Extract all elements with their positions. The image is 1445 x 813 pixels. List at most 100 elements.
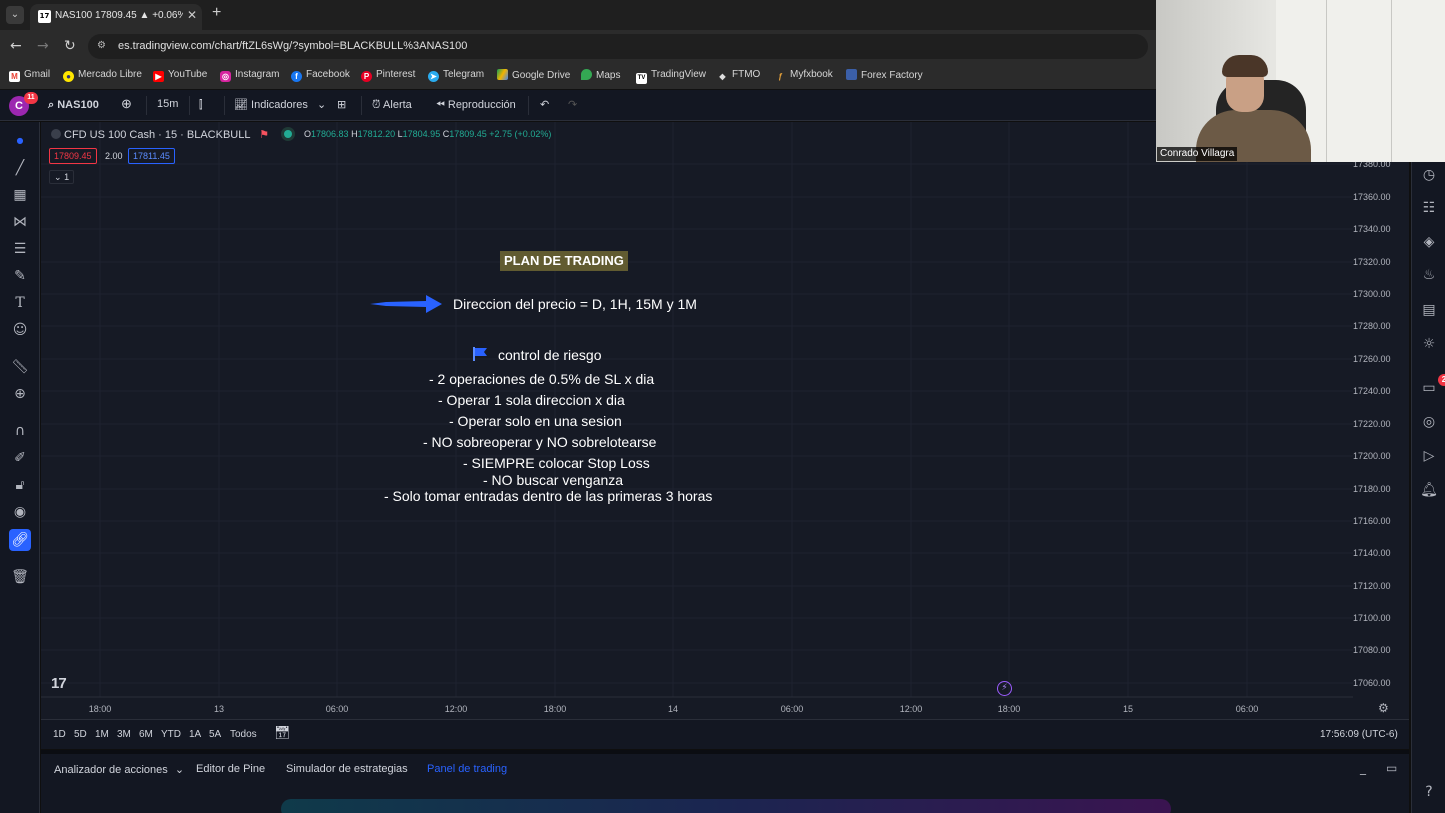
forecast-tools-icon[interactable]: ☰	[9, 238, 31, 260]
go-to-date-calendar-icon[interactable]: 📅︎	[274, 726, 291, 741]
help-question-icon[interactable]: ?	[1419, 782, 1439, 802]
compare-symbol-plus-icon[interactable]: ⊕	[121, 96, 132, 112]
new-tab-plus-icon[interactable]: +	[212, 4, 221, 22]
streams-broadcast-icon[interactable]: ◎	[1419, 412, 1439, 432]
symbol-search-button[interactable]: ⌕ NAS100	[48, 98, 99, 112]
layout-grid-icon[interactable]: ⊞	[337, 98, 346, 111]
symbol-legend[interactable]: CFD US 100 Cash · 15 · BLACKBULL ⚑	[51, 128, 293, 141]
risk-rule[interactable]: - SIEMPRE colocar Stop Loss	[463, 455, 650, 471]
tab-pine-editor[interactable]: Editor de Pine	[196, 763, 265, 775]
range-1m[interactable]: 1M	[95, 729, 109, 740]
tab-search-chevron-icon[interactable]: ⌄	[6, 6, 24, 24]
bookmark-mercado-libre[interactable]: ● Mercado Libre	[63, 69, 142, 82]
tab-trading-panel[interactable]: Panel de trading	[427, 763, 507, 775]
pattern-icon[interactable]: ⋈	[9, 211, 31, 233]
alert-button[interactable]: ⏰︎ Alerta	[372, 98, 412, 112]
bookmark-myfxbook[interactable]: ƒ Myfxbook	[775, 69, 833, 82]
interval-button[interactable]: 15m	[157, 98, 178, 110]
back-arrow-icon[interactable]: ←	[10, 38, 22, 54]
range-3m[interactable]: 3M	[117, 729, 131, 740]
bookmark-youtube[interactable]: ▶ YouTube	[153, 69, 207, 82]
timezone-clock[interactable]: 17:56:09 (UTC-6)	[1320, 729, 1398, 740]
redo-icon[interactable]: ↷	[568, 98, 577, 111]
price-axis[interactable]: 17380.00 17360.00 17340.00 17320.00 1730…	[1353, 122, 1409, 719]
range-1a[interactable]: 1A	[189, 729, 201, 740]
indicators-chevron-down-icon[interactable]: ⌄	[317, 98, 326, 111]
bookmark-pinterest[interactable]: P Pinterest	[361, 69, 415, 82]
chat-icon[interactable]: ▭ 2	[1419, 374, 1445, 398]
risk-rule[interactable]: - NO buscar venganza	[483, 472, 623, 488]
chart-settings-gear-icon[interactable]: ⚙	[1378, 701, 1389, 715]
hotlist-fire-icon[interactable]: ♨	[1419, 265, 1439, 285]
bookmark-ftmo[interactable]: ◆ FTMO	[717, 69, 760, 82]
reload-icon[interactable]: ↻	[64, 38, 76, 54]
replay-button[interactable]: ⏪︎ Reproducción	[436, 98, 516, 112]
magnet-icon[interactable]: ∩	[9, 420, 31, 442]
link-icon[interactable]: 🔗︎	[9, 529, 31, 551]
bookmark-google-drive[interactable]: Google Drive	[497, 69, 570, 81]
ideas-lightbulb-icon[interactable]: ☼	[1419, 334, 1439, 354]
time-tick: 18:00	[88, 704, 112, 714]
bookmark-gmail[interactable]: M Gmail	[9, 69, 50, 82]
direction-text[interactable]: Direccion del precio = D, 1H, 15M y 1M	[453, 296, 697, 312]
indicators-button[interactable]: 📈︎ Indicadores	[234, 98, 308, 111]
range-ytd[interactable]: YTD	[161, 729, 181, 740]
lightning-icon[interactable]: ⚡︎	[997, 681, 1012, 696]
bookmark-tradingview[interactable]: TV TradingView	[636, 69, 706, 84]
maximize-panel-icon[interactable]: ▭	[1386, 761, 1397, 775]
calendar-icon[interactable]: ▤	[1419, 300, 1439, 320]
stay-drawing-pencil-icon[interactable]: ✐	[9, 447, 31, 469]
trading-panel-body	[41, 782, 1409, 813]
chart-type-candles-icon[interactable]: ⫿	[199, 98, 203, 112]
buy-price-button[interactable]: 17811.45	[128, 148, 175, 164]
range-5a[interactable]: 5A	[209, 729, 221, 740]
risk-rule[interactable]: - NO sobreoperar y NO sobrelotearse	[423, 434, 656, 450]
text-tool-icon[interactable]: T	[9, 292, 31, 314]
zoom-in-icon[interactable]: ⊕	[9, 383, 31, 405]
bookmark-forex-factory[interactable]: Forex Factory	[846, 69, 923, 81]
browser-tab[interactable]: 17 NAS100 17809.45 ▲ +0.06% Si ✕	[30, 4, 202, 30]
forward-arrow-icon[interactable]: →	[37, 38, 49, 54]
address-bar[interactable]: ⚙ es.tradingview.com/chart/ftZL6sWg/?sym…	[88, 34, 1148, 59]
bookmark-maps[interactable]: Maps	[581, 69, 620, 81]
details-list-icon[interactable]: ☷	[1419, 198, 1439, 218]
bookmark-instagram[interactable]: ◎ Instagram	[220, 69, 279, 82]
site-info-icon[interactable]: ⚙	[97, 40, 106, 51]
playback-icon[interactable]: ▷	[1419, 446, 1439, 466]
ruler-icon[interactable]: 📏︎	[9, 356, 31, 378]
sell-price-button[interactable]: 17809.45	[49, 148, 97, 164]
lock-icon[interactable]: 🔓︎	[9, 474, 31, 496]
tab-stock-screener[interactable]: Analizador de acciones ⌄	[54, 763, 184, 776]
bookmark-telegram[interactable]: ➤ Telegram	[428, 69, 484, 82]
chart-pane[interactable]: CFD US 100 Cash · 15 · BLACKBULL ⚑ O1780…	[41, 122, 1409, 719]
tab-close-icon[interactable]: ✕	[187, 8, 197, 22]
risk-rule[interactable]: - Operar 1 sola direccion x dia	[438, 392, 625, 408]
risk-rule[interactable]: - Solo tomar entradas dentro de las prim…	[384, 488, 712, 504]
range-todos[interactable]: Todos	[230, 729, 257, 740]
risk-control-title[interactable]: control de riesgo	[498, 347, 602, 363]
minimize-panel-icon[interactable]: _	[1360, 761, 1366, 775]
watchlist-clock-icon[interactable]: ◷	[1419, 165, 1439, 185]
trash-icon[interactable]: 🗑︎	[9, 566, 31, 588]
crosshair-dot-icon[interactable]: ●	[9, 130, 31, 152]
tradingview-logo[interactable]: 17	[51, 675, 67, 692]
undo-icon[interactable]: ↶	[540, 98, 549, 111]
tab-strategy-tester[interactable]: Simulador de estrategias	[286, 763, 408, 775]
range-1d[interactable]: 1D	[53, 729, 66, 740]
direction-arrow-icon[interactable]	[370, 295, 444, 313]
fib-grid-icon[interactable]: ▦	[9, 184, 31, 206]
layers-icon[interactable]: ◈	[1419, 232, 1439, 252]
range-6m[interactable]: 6M	[139, 729, 153, 740]
plan-title-label[interactable]: PLAN DE TRADING	[500, 251, 628, 271]
notifications-bell-icon[interactable]: 🔔︎	[1419, 480, 1439, 500]
emoji-icon[interactable]: ☺	[9, 319, 31, 341]
risk-rule[interactable]: - Operar solo en una sesion	[449, 413, 622, 429]
eye-icon[interactable]: ◉	[9, 501, 31, 523]
risk-rule[interactable]: - 2 operaciones de 0.5% de SL x dia	[429, 371, 654, 387]
trend-line-icon[interactable]: ╱	[9, 157, 31, 179]
bookmark-facebook[interactable]: f Facebook	[291, 69, 350, 82]
indicators-collapse-button[interactable]: ⌄ 1	[49, 170, 75, 184]
brush-icon[interactable]: ✎	[9, 265, 31, 287]
broker-banner[interactable]	[281, 799, 1171, 813]
range-5d[interactable]: 5D	[74, 729, 87, 740]
